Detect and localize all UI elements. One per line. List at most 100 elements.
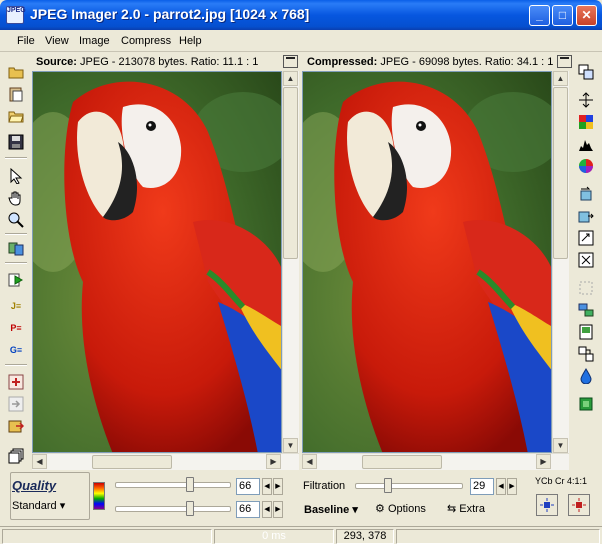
resize-icon[interactable] (576, 90, 596, 110)
app-icon[interactable]: JPEG (6, 6, 26, 24)
encoding-mode-dropdown[interactable]: Baseline ▾ (304, 503, 358, 516)
compressed-panel-menu-button[interactable] (557, 55, 572, 68)
source-label: Source: (36, 56, 77, 68)
compressed-image[interactable] (302, 71, 552, 453)
compress-run-icon[interactable] (6, 270, 26, 290)
droplet-icon[interactable] (576, 366, 596, 386)
window-title: JPEG Imager 2.0 - parrot2.jpg [1024 x 76… (30, 6, 310, 22)
color-scale-icon (93, 482, 105, 510)
transform-icon[interactable] (576, 250, 596, 270)
compare-icon[interactable] (6, 238, 26, 258)
spin-up-button[interactable]: ▶ (273, 478, 283, 495)
filtration-value[interactable]: 29 (470, 478, 494, 495)
scroll-left-button[interactable]: ◀ (302, 454, 317, 469)
maximize-button[interactable]: □ (552, 5, 573, 26)
source-image[interactable] (32, 71, 282, 453)
add-icon[interactable] (6, 372, 26, 392)
scroll-up-button[interactable]: ▲ (553, 71, 568, 86)
spin-down-button[interactable]: ◀ (262, 501, 272, 518)
toolbar-separator (5, 157, 27, 159)
parrot-image (33, 72, 281, 452)
palette-grid-icon[interactable] (576, 112, 596, 132)
scroll-thumb[interactable] (362, 455, 442, 469)
paste-icon[interactable] (6, 84, 26, 104)
options-button[interactable]: ⚙ Options (375, 502, 426, 515)
spin-down-button[interactable]: ◀ (262, 478, 272, 495)
histogram-icon[interactable] (576, 134, 596, 154)
gear-icon: ⚙ (375, 503, 385, 515)
toolbar-separator (5, 262, 27, 264)
menu-compress[interactable]: Compress (121, 35, 171, 47)
scroll-thumb[interactable] (553, 87, 568, 259)
slideshow-icon[interactable] (576, 322, 596, 342)
scroll-thumb[interactable] (92, 455, 172, 469)
compressed-horizontal-scrollbar[interactable]: ◀ ▶ (302, 453, 569, 470)
toolbar-separator (5, 364, 27, 366)
flip-icon[interactable] (576, 206, 596, 226)
rotate-icon[interactable] (576, 184, 596, 204)
subsampling-down-button[interactable] (536, 494, 558, 516)
scroll-down-button[interactable]: ▼ (553, 438, 568, 453)
scroll-up-button[interactable]: ▲ (283, 71, 298, 86)
export-icon[interactable] (6, 416, 26, 436)
filtration-label: Filtration (303, 480, 346, 492)
hand-icon[interactable] (6, 188, 26, 208)
select-icon[interactable] (576, 278, 596, 298)
menu-file[interactable]: File (17, 35, 35, 47)
spin-down-button[interactable]: ◀ (496, 478, 506, 495)
cascade-icon[interactable] (6, 446, 26, 466)
spin-up-button[interactable]: ▶ (507, 478, 517, 495)
extra-label: Extra (459, 503, 485, 515)
format-png-icon[interactable]: P≡ (6, 318, 26, 338)
zoom-icon[interactable] (6, 210, 26, 230)
minimize-button[interactable]: _ (529, 5, 550, 26)
compressed-label: Compressed: (307, 56, 378, 68)
slider-thumb[interactable] (186, 501, 195, 516)
compressed-panel-header: Compressed: JPEG - 69098 bytes. Ratio: 3… (307, 53, 559, 71)
menu-help[interactable]: Help (179, 35, 202, 47)
source-info: JPEG - 213078 bytes. Ratio: 11.1 : 1 (76, 56, 259, 68)
chevron-down-icon: ▾ (352, 504, 358, 516)
source-vertical-scrollbar[interactable]: ▲ ▼ (282, 71, 299, 453)
scroll-thumb[interactable] (283, 87, 298, 259)
scroll-right-button[interactable]: ▶ (266, 454, 281, 469)
format-gif-icon[interactable]: G≡ (6, 340, 26, 360)
menu-view[interactable]: View (45, 35, 69, 47)
menu-image[interactable]: Image (79, 35, 110, 47)
arrange-icon[interactable] (576, 300, 596, 320)
quality-slider-1[interactable] (115, 482, 231, 488)
format-jpeg-icon[interactable]: J≡ (6, 296, 26, 316)
source-panel-menu-button[interactable] (283, 55, 298, 68)
subsampling-up-button[interactable] (568, 494, 590, 516)
scroll-right-button[interactable]: ▶ (536, 454, 551, 469)
left-toolbar: J≡ P≡ G≡ (3, 56, 29, 468)
close-button[interactable]: ✕ (576, 5, 597, 26)
encoding-mode-value: Baseline (304, 504, 350, 516)
source-horizontal-scrollbar[interactable]: ◀ ▶ (32, 453, 299, 470)
next-icon[interactable] (6, 394, 26, 414)
pointer-icon[interactable] (6, 166, 26, 186)
green-square-icon[interactable] (576, 394, 596, 414)
quality-value-2[interactable]: 66 (236, 501, 260, 518)
slider-thumb[interactable] (384, 478, 392, 493)
spin-up-button[interactable]: ▶ (273, 501, 283, 518)
menu-bar: File View Image Compress Help (0, 30, 602, 52)
color-wheel-icon[interactable] (576, 156, 596, 176)
scroll-down-button[interactable]: ▼ (283, 438, 298, 453)
split-icon[interactable] (576, 344, 596, 364)
filtration-slider[interactable] (355, 483, 463, 489)
slider-thumb[interactable] (186, 477, 195, 492)
extra-button[interactable]: ⇆ Extra (447, 502, 485, 515)
crop-icon[interactable] (576, 228, 596, 248)
quality-mode-value: Standard (12, 500, 57, 512)
quality-mode-dropdown[interactable]: Standard ▾ (12, 499, 65, 512)
open-folder-icon[interactable] (6, 62, 26, 82)
quality-value-1[interactable]: 66 (236, 478, 260, 495)
save-icon[interactable] (6, 132, 26, 152)
browse-icon[interactable] (6, 106, 26, 126)
scroll-left-button[interactable]: ◀ (32, 454, 47, 469)
compression-controls: Quality Standard ▾ 66 ◀ ▶ 66 ◀ ▶ Filtrat… (0, 470, 602, 526)
copy-panels-icon[interactable] (576, 62, 596, 82)
compressed-vertical-scrollbar[interactable]: ▲ ▼ (552, 71, 569, 453)
quality-slider-2[interactable] (115, 506, 231, 512)
